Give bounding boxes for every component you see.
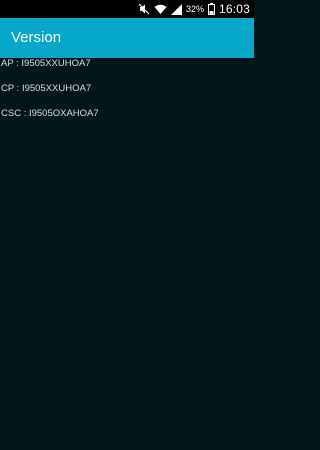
version-list: AP : I9505XXUHOA7 CP : I9505XXUHOA7 CSC … bbox=[0, 58, 254, 133]
app-bar: Version bbox=[0, 18, 254, 58]
page-title: Version bbox=[11, 29, 62, 46]
mute-icon bbox=[138, 3, 150, 15]
version-ap: AP : I9505XXUHOA7 bbox=[1, 58, 91, 69]
version-screen: 32% 16:03 Version AP : I9505XXUHOA7 CP :… bbox=[0, 0, 254, 450]
battery-percent: 32% bbox=[185, 4, 204, 14]
signal-icon bbox=[170, 3, 182, 15]
version-csc: CSC : I9505OXAHOA7 bbox=[1, 108, 99, 119]
wifi-icon bbox=[154, 3, 167, 15]
clock: 16:03 bbox=[218, 2, 250, 16]
status-icons: 32% 16:03 bbox=[138, 0, 250, 18]
battery-icon bbox=[207, 3, 215, 15]
version-cp: CP : I9505XXUHOA7 bbox=[1, 83, 92, 94]
status-bar: 32% 16:03 bbox=[0, 0, 254, 18]
